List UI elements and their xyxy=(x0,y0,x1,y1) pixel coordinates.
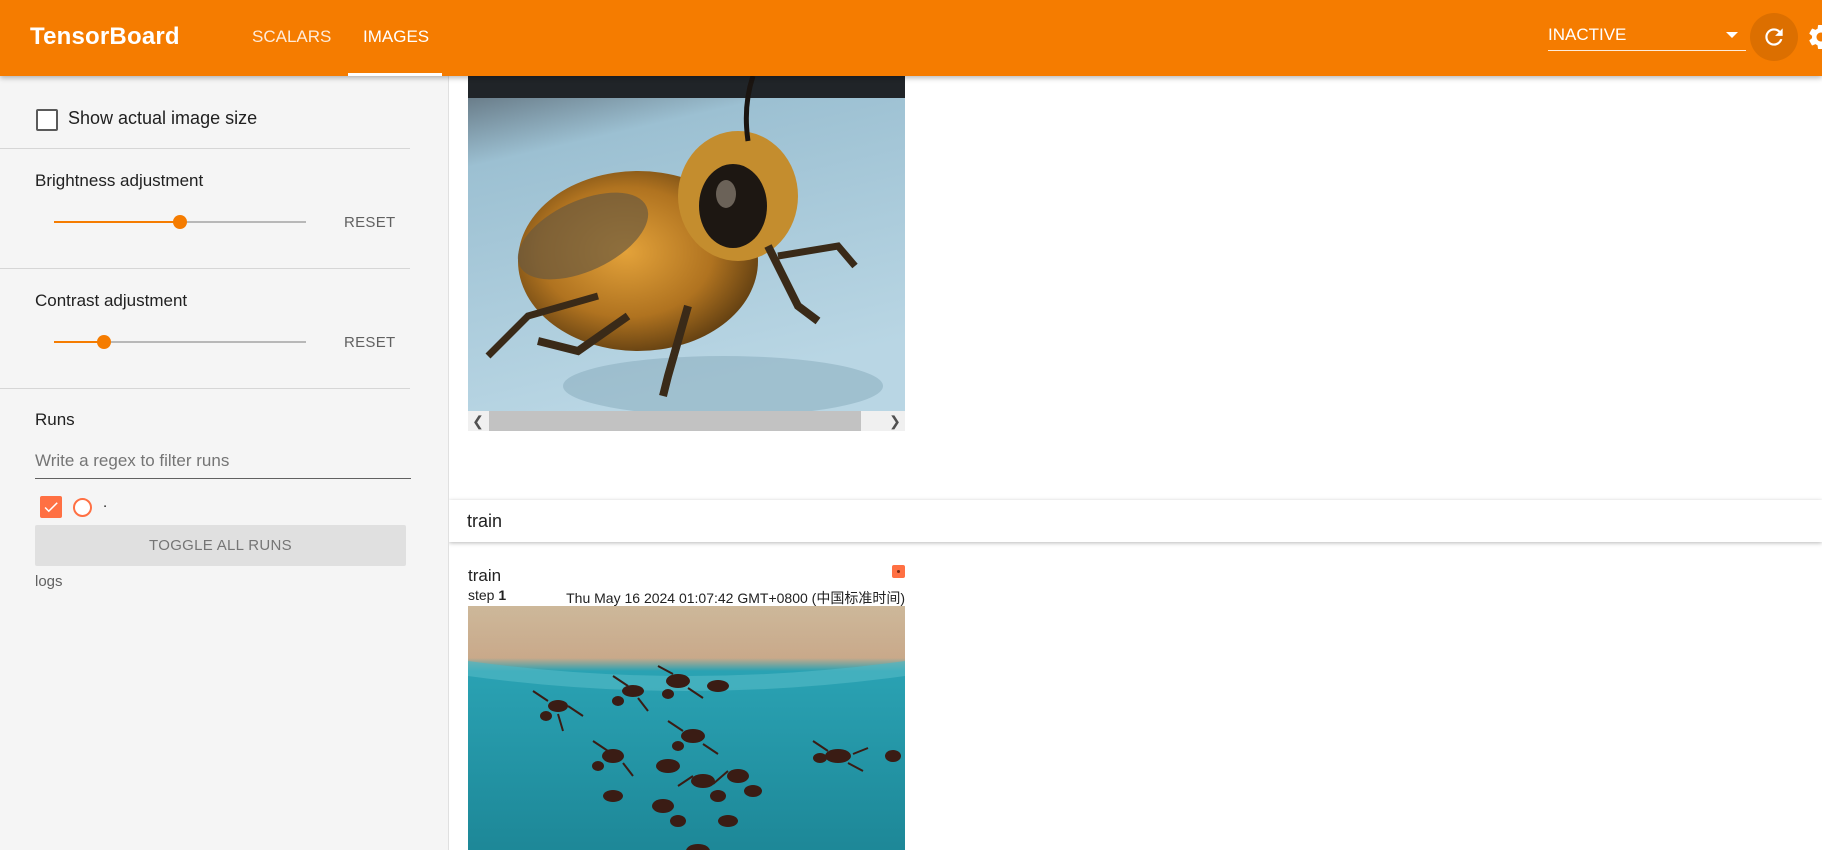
slider-fill xyxy=(54,221,180,223)
top-app-bar: TensorBoard SCALARS IMAGES INACTIVE xyxy=(0,0,1822,76)
refresh-icon xyxy=(1765,28,1783,46)
image-preview-ants xyxy=(468,606,905,850)
contrast-slider-knob[interactable] xyxy=(97,335,112,349)
image-step-value: 1 xyxy=(498,587,507,603)
brightness-slider[interactable] xyxy=(54,212,306,232)
run-filter-input[interactable] xyxy=(35,444,411,479)
caret-down-icon xyxy=(1726,32,1738,38)
status-dropdown-value: INACTIVE xyxy=(1548,25,1627,44)
logdir-label: logs xyxy=(35,573,63,590)
image-card-title: train xyxy=(468,566,502,585)
brightness-reset-button[interactable]: RESET xyxy=(344,214,396,231)
toggle-all-runs-button[interactable]: TOGGLE ALL RUNS xyxy=(35,525,406,566)
app-title: TensorBoard xyxy=(30,23,180,50)
image-preview-bee xyxy=(468,76,905,411)
brightness-label: Brightness adjustment xyxy=(35,171,204,190)
show-actual-size-label: Show actual image size xyxy=(68,108,258,128)
gear-icon xyxy=(1809,25,1822,49)
active-tab-indicator xyxy=(348,73,442,76)
brightness-slider-knob[interactable] xyxy=(173,215,187,229)
scroll-right-arrow-icon[interactable]: ❯ xyxy=(885,411,905,431)
contrast-reset-button[interactable]: RESET xyxy=(344,334,396,351)
run-color-badge xyxy=(892,565,905,578)
brightness-section: Brightness adjustment RESET xyxy=(0,148,410,269)
main-content: ❮ ❯ train train step 1 Thu May 16 2024 0… xyxy=(449,76,1822,850)
image-timestamp: Thu May 16 2024 01:07:42 GMT+0800 (中国标准时… xyxy=(566,590,905,606)
contrast-label: Contrast adjustment xyxy=(35,291,188,310)
reload-status-dropdown[interactable]: INACTIVE xyxy=(1548,20,1746,51)
image-size-section: Show actual image size xyxy=(0,76,410,149)
run-name: . xyxy=(103,494,108,511)
runs-heading: Runs xyxy=(35,410,75,429)
scrollbar-thumb[interactable] xyxy=(489,411,861,431)
run-color-radio[interactable] xyxy=(73,498,92,517)
scroll-left-arrow-icon[interactable]: ❮ xyxy=(468,411,488,431)
check-icon xyxy=(44,502,58,513)
contrast-slider[interactable] xyxy=(54,332,306,352)
image-horizontal-scrollbar[interactable]: ❮ ❯ xyxy=(468,411,905,431)
settings-button[interactable] xyxy=(1806,22,1822,52)
reload-button[interactable] xyxy=(1750,13,1798,61)
run-checkbox[interactable] xyxy=(40,496,62,518)
group-title: train xyxy=(467,511,503,531)
image-step-label: step 1 xyxy=(468,587,507,603)
image-group-header[interactable]: train xyxy=(449,500,1822,542)
contrast-section: Contrast adjustment RESET xyxy=(0,268,410,389)
tab-scalars[interactable]: SCALARS xyxy=(252,27,331,47)
sidebar: Show actual image size Brightness adjust… xyxy=(0,76,449,850)
tab-images[interactable]: IMAGES xyxy=(363,27,429,47)
show-actual-size-checkbox[interactable] xyxy=(36,109,58,131)
